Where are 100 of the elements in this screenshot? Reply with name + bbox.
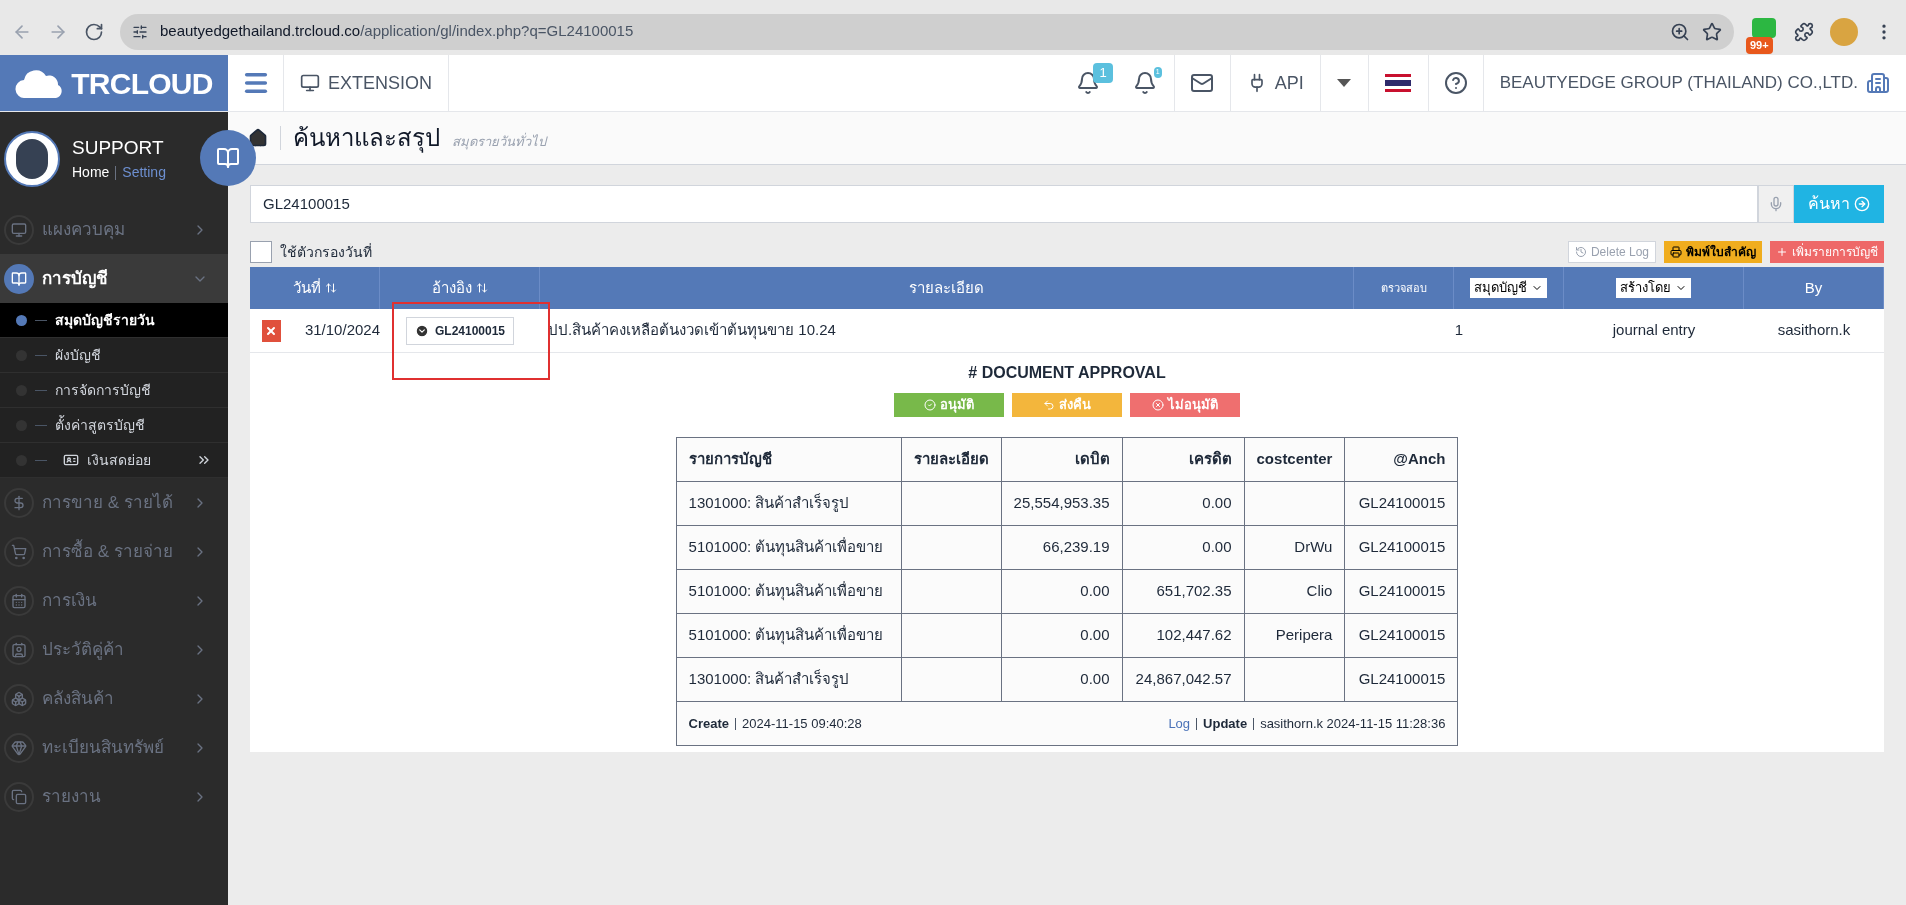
updated-label: Update — [1203, 714, 1248, 733]
profile-link[interactable]: Setting — [122, 162, 166, 184]
search-button[interactable]: ค้นหา — [1794, 185, 1884, 223]
cloud-icon — [15, 68, 64, 98]
table-cell-text: 31/10/2024 — [304, 320, 380, 341]
updated-info: sasithorn.k 2024-11-15 11:28:36 — [1260, 714, 1446, 733]
column-header: costcenter — [1244, 437, 1345, 482]
sidebar-item[interactable]: รายงาน — [0, 772, 228, 821]
column-header[interactable]: อ้างอิง — [431, 276, 488, 300]
url-path: /application/gl/index.php?q=GL24100015 — [360, 21, 634, 42]
url-host: beautyedgethailand.trcloud.co — [160, 21, 361, 42]
reload-icon[interactable] — [84, 21, 104, 42]
printer-icon — [1670, 246, 1682, 258]
monitor-icon — [300, 73, 320, 93]
log-link[interactable]: Log — [1168, 713, 1191, 734]
sort-icon — [324, 282, 337, 294]
x-circle-icon — [1152, 399, 1164, 411]
action-button[interactable]: เพิ่มรายการบัญชี — [1770, 241, 1884, 263]
arrow-circle-icon — [1854, 196, 1870, 212]
table-cell-text: journal entry — [1611, 320, 1697, 341]
sidebar-item[interactable]: การซื้อ & รายจ่าย — [0, 527, 228, 576]
sort-icon — [475, 282, 488, 294]
table-cell: 25,554,953.35 — [1013, 494, 1110, 512]
date-filter-checkbox[interactable] — [250, 241, 272, 263]
column-filter-select[interactable]: สมุดบัญชี — [1470, 278, 1547, 298]
mail-icon[interactable] — [1190, 71, 1215, 95]
reference-button[interactable]: GL24100015 — [405, 316, 515, 345]
column-header: เครดิต — [1122, 437, 1245, 482]
help-icon[interactable] — [1443, 71, 1468, 95]
column-header: @Anch — [1344, 437, 1458, 482]
column-header: รายการบัญชี — [676, 437, 902, 482]
table-cell: 651,702.35 — [1156, 582, 1232, 600]
bell-icon[interactable] — [1133, 71, 1158, 95]
address-bar[interactable]: beautyedgethailand.trcloud.co/application/gl/index.php?q=GL24100015 — [120, 13, 1734, 50]
building-icon — [1866, 71, 1890, 95]
submenu-item[interactable]: ตั้งค่าสูตรบัญชี — [0, 408, 228, 443]
table-cell: GL24100015 — [1358, 494, 1446, 512]
sidebar-item[interactable]: ทะเบียนสินทรัพย์ — [0, 723, 228, 772]
submenu-item[interactable]: เงินสดย่อย — [0, 443, 228, 478]
table-cell-text: sasithorn.k — [1776, 320, 1852, 341]
extension-button[interactable]: EXTENSION — [284, 55, 450, 111]
table-cell: 0.00 — [1202, 494, 1232, 512]
flag-icon[interactable] — [1385, 74, 1412, 92]
bookmark-icon[interactable] — [1702, 21, 1722, 42]
profile-link[interactable]: Home — [72, 162, 110, 184]
action-button[interactable]: พิมพ์ใบสำคัญ — [1664, 241, 1762, 263]
approval-button[interactable]: ไม่อนุมัติ — [1130, 393, 1240, 417]
page-title: ค้นหาและสรุป — [293, 123, 440, 155]
delete-button[interactable] — [262, 319, 281, 342]
column-header: ตรวจสอบ — [1380, 280, 1427, 296]
user-name: SUPPORT — [72, 135, 165, 160]
column-header[interactable]: วันที่ — [292, 276, 337, 300]
date-filter-label: ใช้ตัวกรองวันที่ — [280, 242, 372, 262]
api-button[interactable]: API — [1229, 55, 1320, 111]
table-cell: Peripera — [1275, 626, 1333, 644]
column-filter-select[interactable]: สร้างโดย — [1616, 278, 1691, 298]
sidebar-item[interactable]: คลังสินค้า — [0, 674, 228, 723]
cart-icon — [11, 543, 27, 560]
submenu-item[interactable]: ผังบัญชี — [0, 338, 228, 373]
table-cell: GL24100015 — [1358, 670, 1446, 688]
created-label: Create — [688, 714, 730, 733]
table-cell: DrWu — [1294, 538, 1333, 556]
caret-icon[interactable] — [1337, 79, 1352, 87]
bullet-icon — [16, 314, 27, 326]
check-icon — [924, 399, 936, 411]
book-button[interactable] — [200, 130, 256, 186]
submenu-item[interactable]: สมุดบัญชีรายวัน — [0, 303, 228, 338]
sidebar-item[interactable]: แผงควบคุม — [0, 205, 228, 254]
submenu-item[interactable]: การจัดการบัญชี — [0, 373, 228, 408]
sidebar-item[interactable]: การเงิน — [0, 576, 228, 625]
sidebar-item[interactable]: การขาย & รายได้ — [0, 478, 228, 527]
table-cell: 66,239.19 — [1042, 538, 1110, 556]
site-info-icon[interactable] — [132, 23, 148, 40]
action-button[interactable]: Delete Log — [1567, 241, 1656, 263]
extension-icon[interactable] — [1752, 17, 1776, 38]
table-cell: 0.00 — [1080, 670, 1110, 688]
diamond-icon — [11, 739, 27, 756]
table-cell: 1301000: สินค้าสำเร็จรูป — [688, 670, 850, 688]
zoom-icon[interactable] — [1670, 21, 1690, 42]
book-icon — [216, 146, 240, 170]
extension-badge: 99+ — [1746, 37, 1773, 54]
history-icon — [1574, 246, 1587, 258]
search-field[interactable]: GL24100015 — [250, 185, 1758, 223]
table-cell: 0.00 — [1202, 538, 1232, 556]
table-cell: GL24100015 — [1358, 582, 1446, 600]
approval-button[interactable]: อนุมัติ — [894, 393, 1004, 417]
sidebar-item[interactable]: ประวัติคู่ค้า — [0, 625, 228, 674]
column-header: เดบิต — [1001, 437, 1123, 482]
contact-card-icon — [11, 641, 27, 658]
bell-icon[interactable] — [1076, 71, 1101, 95]
column-header: By — [1804, 277, 1823, 298]
notification-badge: 1 — [1093, 63, 1113, 83]
company-name[interactable]: BEAUTYEDGE GROUP (THAILAND) CO.,LTD. — [1499, 70, 1858, 96]
home-icon[interactable] — [248, 128, 268, 148]
table-cell: 5101000: ต้นทุนสินค้าเพื่อขาย — [688, 582, 884, 600]
approval-title: # DOCUMENT APPROVAL — [968, 363, 1166, 383]
extensions-icon[interactable] — [1794, 21, 1814, 42]
plus-icon — [1776, 246, 1788, 258]
sidebar-item[interactable]: การบัญชี — [0, 254, 228, 303]
logo[interactable]: TRCLOUD — [0, 55, 228, 111]
